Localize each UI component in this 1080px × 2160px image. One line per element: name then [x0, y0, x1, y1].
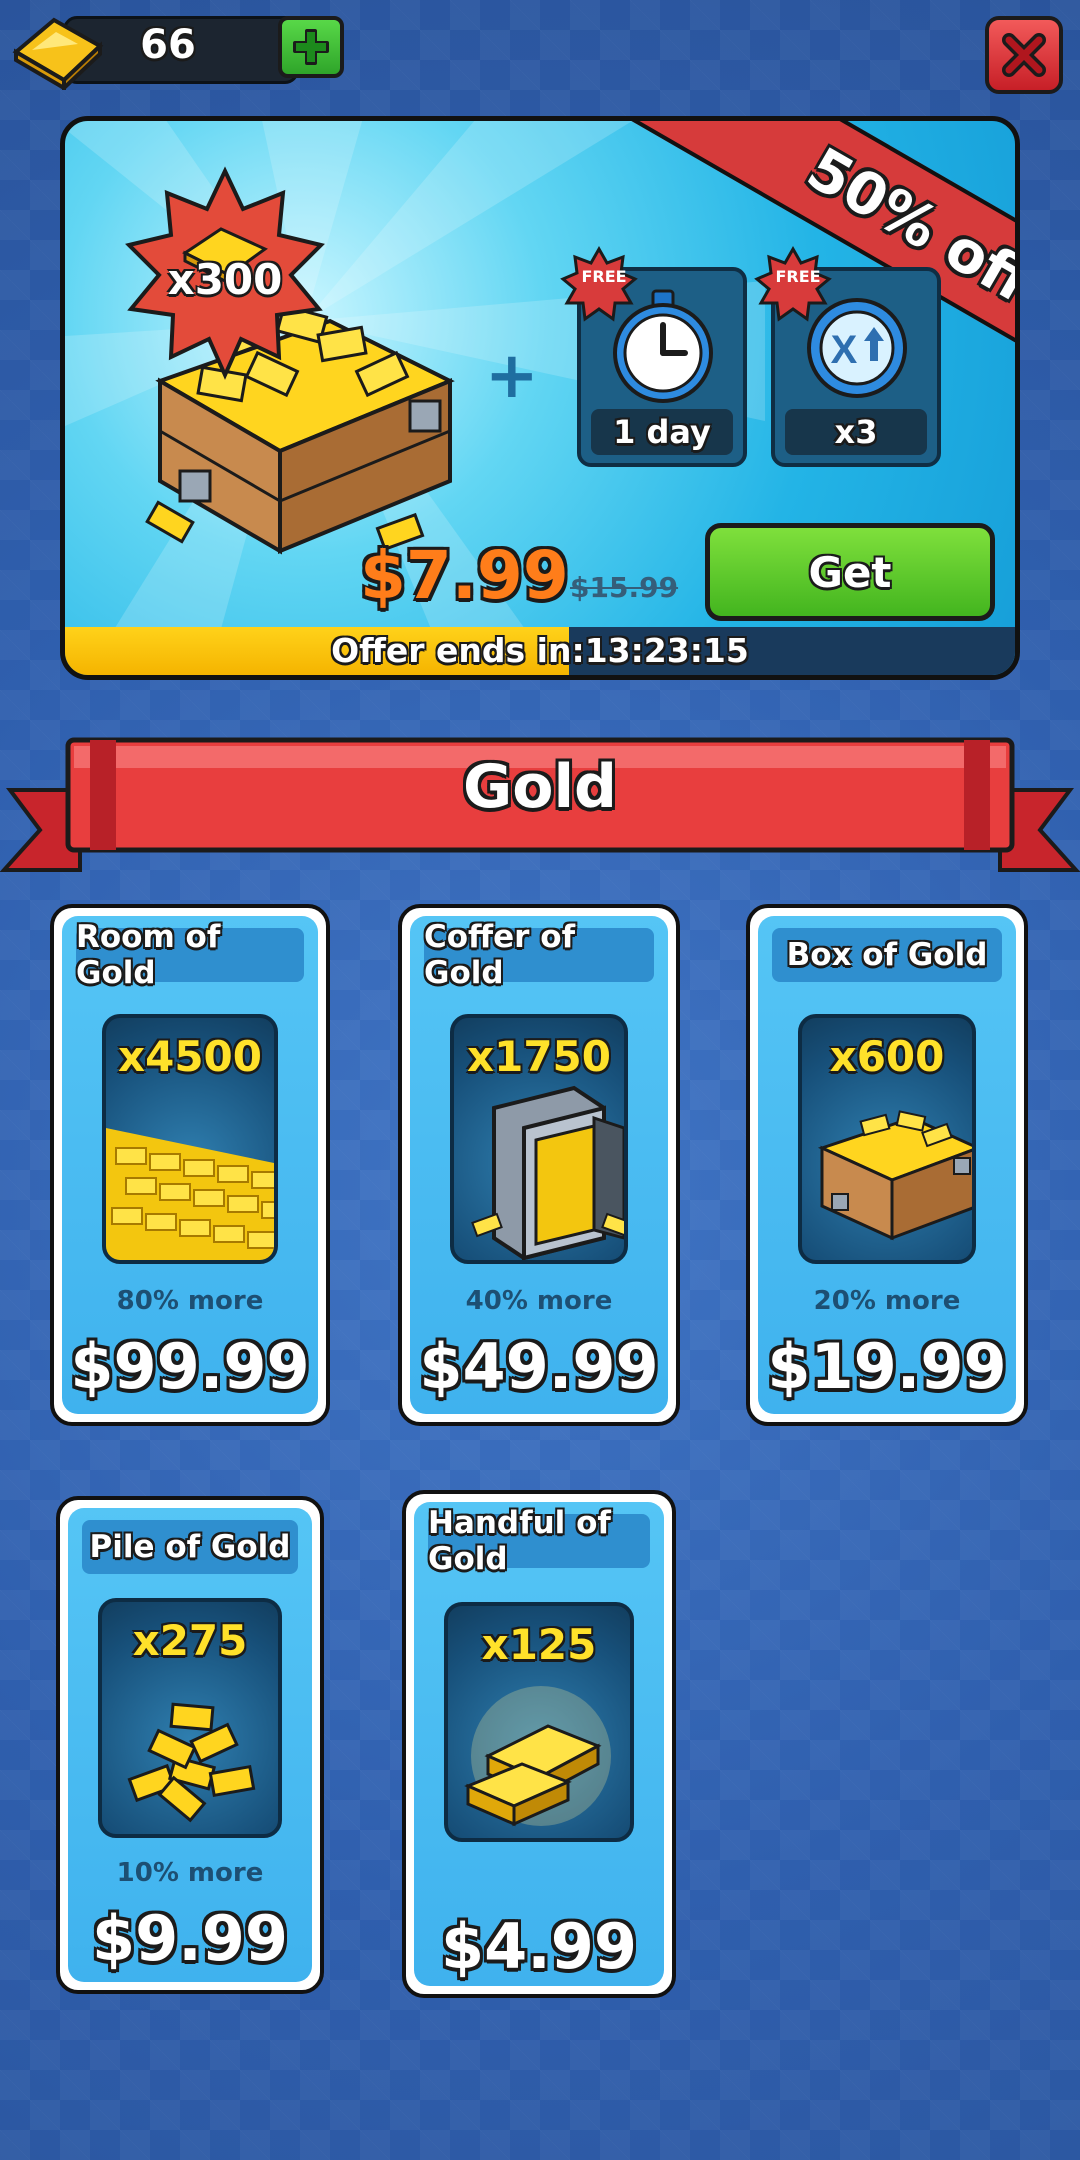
pack-price: $19.99: [767, 1330, 1007, 1403]
pack-image: x1750: [450, 1014, 628, 1264]
free-item-label: 1 day: [591, 409, 733, 455]
special-offer-panel: 50% off x300 + FREE 1 day FREE X x3 $7.9…: [60, 116, 1020, 680]
multiplier-icon: X: [807, 298, 907, 398]
offer-timer-bar: Offer ends in:13:23:15: [65, 627, 1015, 675]
gold-count: 66: [140, 22, 196, 68]
bundle-quantity: x300: [167, 255, 283, 304]
pack-title: Handful of Gold: [428, 1505, 650, 1577]
pack-bonus: 80% more: [116, 1286, 264, 1316]
card-background: Pile of Gold x275 10% more $9.99: [68, 1508, 312, 1982]
gold-pack-card-handful[interactable]: Handful of Gold x125 $4.99: [402, 1490, 676, 1998]
free-item-timer: FREE 1 day: [560, 245, 747, 467]
card-background: Coffer of Gold x1750 40% more $49.99: [410, 916, 668, 1414]
card-background: Box of Gold x600 20% more $19.99: [758, 916, 1016, 1414]
add-gold-button[interactable]: [278, 16, 344, 78]
close-button[interactable]: [985, 16, 1063, 94]
pack-quantity: x600: [829, 1032, 945, 1081]
pack-quantity: x1750: [467, 1032, 611, 1081]
pack-quantity: x4500: [118, 1032, 262, 1081]
gold-pack-card-box[interactable]: Box of Gold x600 20% more $19.99: [746, 904, 1028, 1426]
pack-price: $4.99: [440, 1910, 638, 1983]
pack-quantity: x125: [481, 1620, 597, 1669]
pack-image: x275: [98, 1598, 282, 1838]
svg-text:X: X: [831, 328, 858, 372]
free-tag-label: FREE: [775, 267, 821, 286]
pack-image: x125: [444, 1602, 634, 1842]
offer-original-price: $15.99: [570, 571, 679, 604]
pack-price: $9.99: [91, 1902, 289, 1975]
plus-icon: [293, 29, 329, 65]
offer-price: $7.99: [360, 537, 569, 614]
free-item-multiplier: FREE X x3: [754, 245, 941, 467]
system-nav-bar: [0, 2120, 1080, 2160]
pack-bonus: 20% more: [813, 1286, 961, 1316]
pack-title: Box of Gold: [772, 928, 1002, 982]
pack-quantity: x275: [132, 1616, 248, 1665]
pack-image: x4500: [102, 1014, 278, 1264]
gold-pack-card-room[interactable]: Room of Gold x4500 80% more $99.99: [50, 904, 330, 1426]
gold-currency-counter: 66: [8, 10, 348, 90]
pack-price: $99.99: [70, 1330, 310, 1403]
section-title: Gold: [463, 752, 617, 822]
offer-timer-text: Offer ends in:13:23:15: [65, 631, 1015, 670]
pack-bonus: 40% more: [465, 1286, 613, 1316]
pack-price: $49.99: [419, 1330, 659, 1403]
get-offer-button[interactable]: Get: [705, 523, 995, 621]
section-banner: Gold: [0, 730, 1080, 890]
close-icon: [1002, 33, 1046, 77]
pack-image: x600: [798, 1014, 976, 1264]
timer-value: 13:23:15: [584, 631, 749, 670]
pack-title: Room of Gold: [76, 919, 304, 991]
pack-bonus: 10% more: [116, 1858, 264, 1888]
plus-separator: +: [485, 339, 539, 413]
gold-pack-card-coffer[interactable]: Coffer of Gold x1750 40% more $49.99: [398, 904, 680, 1426]
free-tag-label: FREE: [581, 267, 627, 286]
stopwatch-icon: [613, 289, 713, 403]
gold-pack-card-pile[interactable]: Pile of Gold x275 10% more $9.99: [56, 1496, 324, 1994]
free-item-label: x3: [785, 409, 927, 455]
pack-title: Pile of Gold: [82, 1520, 298, 1574]
card-background: Room of Gold x4500 80% more $99.99: [62, 916, 318, 1414]
timer-label: Offer ends in:: [331, 631, 585, 670]
pack-title: Coffer of Gold: [424, 919, 654, 991]
card-background: Handful of Gold x125 $4.99: [414, 1502, 664, 1986]
